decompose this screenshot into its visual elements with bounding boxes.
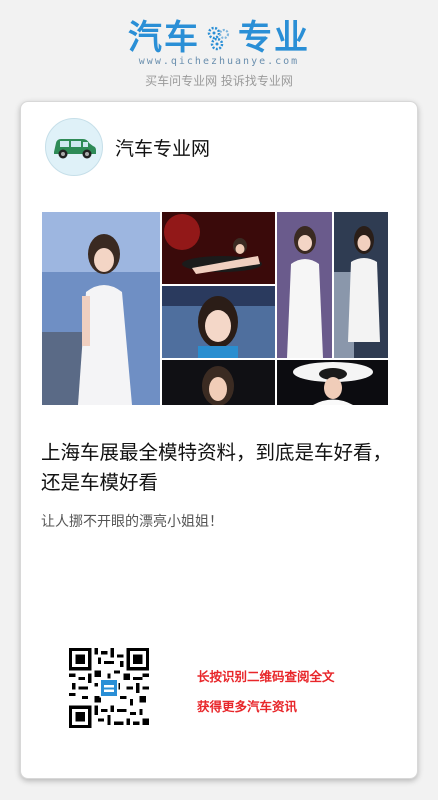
article-subtitle: 让人挪不开眼的漂亮小姐姐！ [41, 514, 223, 530]
cta-line-2: 获得更多汽车资讯 [197, 699, 298, 714]
logo-text-right: 专业 [238, 18, 310, 58]
site-name: 汽车专业网 [115, 137, 211, 160]
cta-line-1: 长按识别二维码查阅全文 [197, 669, 335, 684]
site-info: 汽车专业网 [45, 118, 210, 176]
photo-model-4 [334, 212, 388, 358]
article-title[interactable]: 上海车展最全模特资料，到底是车好看，还是车模好看 [41, 438, 401, 498]
photo-model-1 [42, 212, 160, 405]
photo-model-5 [162, 286, 275, 358]
page-header: 汽车 专业 www.qichezhuanye.com 买车问专业网 投诉找专业网 [0, 0, 438, 100]
qr-call-to-action: 长按识别二维码查阅全文 获得更多汽车资讯 [197, 662, 335, 722]
avatar [45, 118, 103, 176]
photo-model-7 [277, 360, 388, 405]
gear-cluster-icon [207, 26, 230, 51]
photo-collage[interactable] [42, 212, 388, 405]
photo-model-6 [162, 360, 275, 405]
logo[interactable]: 汽车 专业 [0, 18, 438, 58]
car-icon [54, 139, 96, 159]
photo-model-3 [277, 212, 332, 358]
photo-model-2 [162, 212, 275, 284]
qr-code[interactable] [69, 648, 149, 728]
share-card[interactable]: 汽车专业网 上海车展最全模特资料，到底是车好看，还是车模好看 让人挪不开眼的漂亮… [20, 101, 418, 779]
domain-url: www.qichezhuanye.com [138, 56, 300, 67]
logo-text-left: 汽车 [128, 18, 200, 58]
tagline: 买车问专业网 投诉找专业网 [145, 74, 293, 88]
